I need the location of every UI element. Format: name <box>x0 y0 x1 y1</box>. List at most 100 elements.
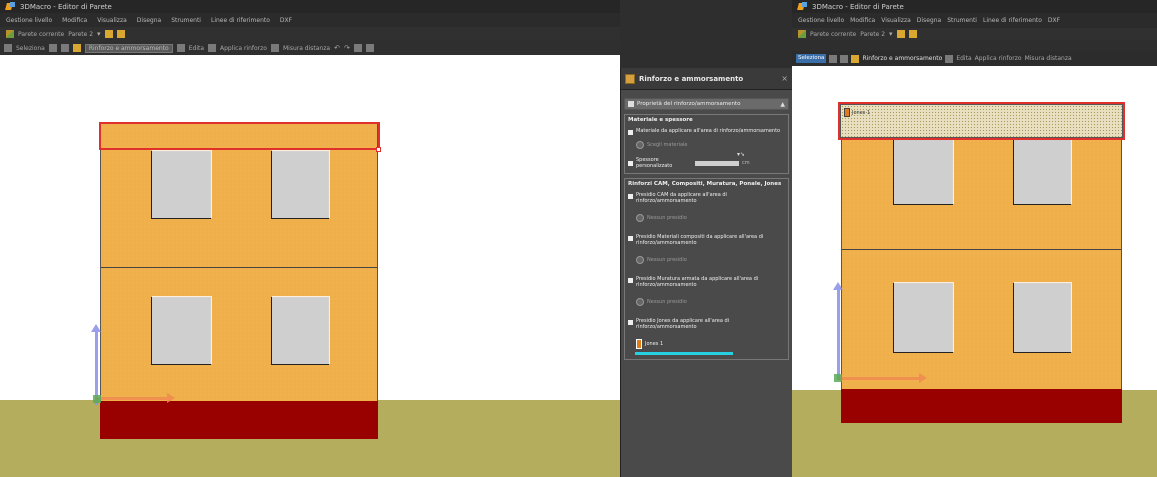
jones-option[interactable]: Presidio Jones da applicare all'area di … <box>628 318 785 330</box>
section-checkbox[interactable] <box>628 101 634 107</box>
prev-wall-icon[interactable] <box>104 30 113 38</box>
chevron-down-icon[interactable]: ▾ <box>97 30 101 38</box>
layers-icon[interactable] <box>365 44 374 52</box>
menu-dxf[interactable]: DXF <box>1048 17 1060 24</box>
filter-icon[interactable] <box>60 44 69 52</box>
menu-gestione-livello[interactable]: Gestione livello <box>798 17 844 24</box>
masonry-option[interactable]: Presidio Muratura armata da applicare al… <box>628 276 785 288</box>
thickness-label: Spessore personalizzato <box>636 157 673 169</box>
redo-icon[interactable]: ↷ <box>344 44 350 52</box>
edit-tool[interactable]: Edita <box>956 55 971 62</box>
foundation[interactable] <box>100 401 378 439</box>
window-opening[interactable] <box>893 134 954 205</box>
current-wall-select[interactable]: Parete 2 <box>68 31 93 38</box>
select-tool[interactable]: Seleziona <box>16 45 45 52</box>
floor-divider <box>101 267 377 268</box>
menu-linee-riferimento[interactable]: Linee di riferimento <box>211 17 270 24</box>
cam-option[interactable]: Presidio CAM da applicare all'area di ri… <box>628 192 785 204</box>
menu-bar: Gestione livello Modifica Visualizza Dis… <box>792 13 1157 28</box>
brush-icon[interactable] <box>48 44 57 52</box>
foundation[interactable] <box>841 389 1122 423</box>
composite-combo[interactable]: Nessun presidio <box>636 254 728 266</box>
menu-disegna[interactable]: Disegna <box>137 17 161 24</box>
material-group: Materiale e spessore Materiale da applic… <box>624 114 789 174</box>
composite-option[interactable]: Presidio Materiali compositi da applicar… <box>628 234 785 246</box>
material-icon <box>636 141 644 149</box>
window-opening[interactable] <box>151 150 212 219</box>
jones-checkbox[interactable] <box>628 320 633 325</box>
masonry-checkbox[interactable] <box>628 278 633 283</box>
prev-wall-icon[interactable] <box>896 30 905 38</box>
wall-toolbar: Parete corrente Parete 2 ▾ <box>0 27 620 41</box>
select-tool[interactable]: Seleziona <box>796 54 827 63</box>
mode-combo[interactable]: Rinforzo e ammorsamento <box>84 43 173 53</box>
grid-icon[interactable] <box>353 44 362 52</box>
pointer-icon[interactable] <box>4 44 12 52</box>
section-title: Proprietà del rinforzo/ammorsamento <box>637 101 741 107</box>
thickness-input[interactable] <box>695 160 739 166</box>
mode-combo[interactable]: Rinforzo e ammorsamento <box>862 55 942 62</box>
material-option[interactable]: Materiale da applicare all'area di rinfo… <box>628 128 785 135</box>
cam-option-label: Presidio CAM da applicare all'area di ri… <box>636 192 727 204</box>
edit-tool[interactable]: Edita <box>189 45 204 52</box>
menu-strumenti[interactable]: Strumenti <box>947 17 977 24</box>
window-opening[interactable] <box>271 296 330 365</box>
menu-dxf[interactable]: DXF <box>280 17 292 24</box>
next-wall-icon[interactable] <box>908 30 917 38</box>
window-opening[interactable] <box>893 282 954 353</box>
chevron-down-icon[interactable]: ▾ <box>889 30 893 38</box>
menu-visualizza[interactable]: Visualizza <box>881 17 911 24</box>
menu-strumenti[interactable]: Strumenti <box>171 17 201 24</box>
left-editor-window: 3DMacro - Editor di Parete Gestione live… <box>0 0 620 477</box>
window-opening[interactable] <box>1013 282 1072 353</box>
close-icon[interactable]: × <box>781 74 788 83</box>
masonry-option-label: Presidio Muratura armata da applicare al… <box>636 276 759 288</box>
current-wall-select[interactable]: Parete 2 <box>860 31 885 38</box>
thickness-checkbox[interactable] <box>628 160 633 166</box>
reinforcement-selection[interactable] <box>99 122 380 150</box>
composite-checkbox[interactable] <box>628 236 633 241</box>
jones-combo-value: Jones 1 <box>645 341 664 347</box>
filter-icon[interactable] <box>840 54 849 63</box>
menu-visualizza[interactable]: Visualizza <box>97 17 127 24</box>
apply-icon[interactable] <box>208 44 217 52</box>
material-combo[interactable]: Scegli materiale <box>636 139 728 151</box>
menu-linee-riferimento[interactable]: Linee di riferimento <box>983 17 1042 24</box>
material-checkbox[interactable] <box>628 130 633 135</box>
wall-viewport[interactable]: Jones 1 <box>792 66 1157 477</box>
jones-combo[interactable]: Jones 1 <box>636 338 728 350</box>
wall-viewport[interactable] <box>0 55 620 477</box>
wall-facade[interactable] <box>100 122 378 402</box>
apply-tool[interactable]: Applica rinforzo <box>975 55 1022 62</box>
cam-combo[interactable]: Nessun presidio <box>636 212 728 224</box>
measure-tool[interactable]: Misura distanza <box>1025 55 1072 62</box>
chevron-up-icon[interactable]: ▲ <box>780 101 785 108</box>
undo-icon[interactable]: ↶ <box>334 44 340 52</box>
apply-tool[interactable]: Applica rinforzo <box>220 45 267 52</box>
ruler-icon[interactable] <box>270 44 279 52</box>
window-opening[interactable] <box>271 150 330 219</box>
gear-icon[interactable] <box>945 54 954 63</box>
selection-handle[interactable] <box>376 147 381 152</box>
material-combo-value: Scegli materiale <box>647 142 688 148</box>
window-opening[interactable] <box>1013 134 1072 205</box>
menu-modifica[interactable]: Modifica <box>850 17 875 24</box>
y-axis-gizmo <box>833 282 843 380</box>
wall-icon <box>798 30 806 38</box>
menu-gestione-livello[interactable]: Gestione livello <box>6 17 52 24</box>
floor-divider <box>842 249 1121 250</box>
window-opening[interactable] <box>151 296 212 365</box>
masonry-combo[interactable]: Nessun presidio <box>636 296 728 308</box>
next-wall-icon[interactable] <box>116 30 125 38</box>
properties-section-header[interactable]: Proprietà del rinforzo/ammorsamento ▲ <box>624 98 789 110</box>
measure-tool[interactable]: Misura distanza <box>283 45 330 52</box>
brush-icon[interactable] <box>829 54 838 63</box>
picker-arrow-icon[interactable]: ▾➘ <box>737 151 745 158</box>
reinforcement-selection[interactable] <box>838 102 1125 140</box>
menu-modifica[interactable]: Modifica <box>62 17 87 24</box>
gear-icon[interactable] <box>176 44 185 52</box>
menu-disegna[interactable]: Disegna <box>917 17 941 24</box>
cam-checkbox[interactable] <box>628 194 633 199</box>
wall-facade[interactable] <box>841 104 1122 390</box>
thickness-row: Spessore personalizzato cm <box>628 157 785 169</box>
